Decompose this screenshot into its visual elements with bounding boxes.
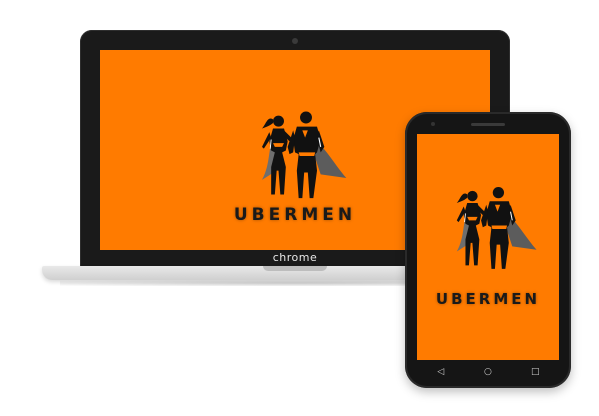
device-mockup: UBERMEN chrome UBERMEN ◁ ○ □: [0, 0, 599, 416]
superheroes-icon: [262, 111, 347, 199]
phone-sensor: [431, 122, 435, 126]
laptop-notch: [263, 266, 327, 271]
phone-body: UBERMEN ◁ ○ □: [405, 112, 571, 388]
superheroes-icon: [456, 186, 537, 269]
laptop-camera: [292, 38, 298, 44]
recents-icon[interactable]: □: [525, 364, 545, 380]
home-icon[interactable]: ○: [478, 364, 498, 380]
logo-wordmark: UBERMEN: [435, 290, 541, 308]
phone-app-logo: UBERMEN: [422, 174, 554, 308]
phone-screen: UBERMEN: [417, 134, 559, 360]
logo-wordmark: UBERMEN: [233, 205, 357, 225]
phone-speaker: [471, 123, 505, 126]
back-icon[interactable]: ◁: [431, 364, 451, 380]
laptop-app-logo: UBERMEN: [215, 110, 375, 225]
phone-nav-bar: ◁ ○ □: [417, 364, 559, 380]
